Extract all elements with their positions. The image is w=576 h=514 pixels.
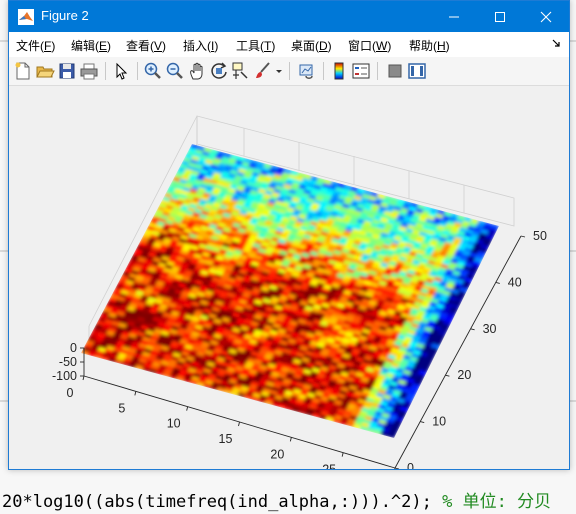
code-text: 20*log10((abs(timefreq(ind_alpha,:))).^2… bbox=[2, 492, 432, 512]
menu-file[interactable]: 文件(F) bbox=[16, 37, 55, 54]
tick-mark bbox=[495, 281, 500, 284]
tick-mark bbox=[238, 421, 240, 427]
brush-icon[interactable] bbox=[253, 61, 273, 81]
tick-mark bbox=[394, 467, 400, 470]
z-tick-label: -50 bbox=[59, 355, 77, 369]
link-plot-icon[interactable] bbox=[297, 61, 317, 81]
tick-mark bbox=[420, 421, 425, 424]
menu-desktop[interactable]: 桌面(D) bbox=[291, 37, 332, 54]
x-tick-label: 5 bbox=[118, 401, 125, 415]
menu-insert[interactable]: 插入(I) bbox=[183, 37, 218, 54]
tick-mark bbox=[470, 328, 475, 331]
close-icon bbox=[540, 11, 552, 22]
minimize-button[interactable] bbox=[431, 1, 477, 32]
title-bar[interactable]: Figure 2 bbox=[9, 1, 569, 32]
zoom-out-icon[interactable] bbox=[165, 61, 185, 81]
toolbar-separator bbox=[323, 62, 324, 80]
zoom-in-icon[interactable] bbox=[143, 61, 163, 81]
rotate-3d-icon[interactable] bbox=[209, 61, 229, 81]
tick-mark bbox=[186, 406, 189, 411]
save-icon[interactable] bbox=[57, 61, 77, 81]
insert-colorbar-icon[interactable] bbox=[329, 61, 349, 81]
open-file-icon[interactable] bbox=[35, 61, 55, 81]
y-tick-label: 40 bbox=[508, 275, 522, 289]
dock-arrow-icon[interactable] bbox=[551, 38, 561, 48]
tick-mark bbox=[341, 452, 344, 457]
brush-dropdown-icon[interactable] bbox=[275, 61, 283, 81]
y-tick-label: 20 bbox=[457, 368, 471, 382]
x-tick-label: 20 bbox=[270, 447, 284, 461]
y-tick-label: 50 bbox=[533, 229, 547, 243]
toolbar-separator bbox=[377, 62, 378, 80]
edit-plot-arrow-icon[interactable] bbox=[111, 61, 131, 81]
z-tick-label: 0 bbox=[70, 341, 77, 355]
toolbar-separator bbox=[137, 62, 138, 80]
menu-bar: 文件(F) 编辑(E) 查看(V) 插入(I) 工具(T) 桌面(D) 窗口(W… bbox=[9, 32, 569, 57]
tick-mark bbox=[134, 391, 137, 396]
figure-window: Figure 2 文件(F) 编辑(E) 查看(V) 插入(I) 工具(T) 桌… bbox=[8, 0, 570, 492]
toolbar-separator bbox=[289, 62, 290, 80]
y-tick-label: 10 bbox=[432, 415, 446, 429]
menu-help[interactable]: 帮助(H) bbox=[409, 37, 450, 54]
maximize-button[interactable] bbox=[477, 1, 523, 32]
window-title: Figure 2 bbox=[41, 8, 89, 23]
print-icon[interactable] bbox=[79, 61, 99, 81]
tick-mark bbox=[82, 375, 85, 381]
tick-mark bbox=[289, 437, 292, 442]
maximize-icon bbox=[495, 11, 505, 22]
figure-toolbar bbox=[9, 57, 569, 86]
x-tick-label: 10 bbox=[167, 417, 181, 431]
pan-hand-icon[interactable] bbox=[187, 61, 207, 81]
code-comment: % 单位: 分贝 bbox=[442, 492, 552, 512]
tick-mark bbox=[520, 235, 526, 238]
show-plot-tools-icon[interactable] bbox=[407, 61, 427, 81]
minimize-icon bbox=[449, 16, 459, 17]
editor-code-line[interactable]: 20*log10((abs(timefreq(ind_alpha,:))).^2… bbox=[2, 490, 576, 514]
menu-window[interactable]: 窗口(W) bbox=[348, 37, 391, 54]
insert-legend-icon[interactable] bbox=[351, 61, 371, 81]
y-tick-label: 30 bbox=[483, 322, 497, 336]
y-tick-label: 0 bbox=[407, 461, 414, 469]
menu-edit[interactable]: 编辑(E) bbox=[71, 37, 111, 54]
data-cursor-icon[interactable] bbox=[231, 61, 251, 81]
x-tick-label: 15 bbox=[219, 432, 233, 446]
new-figure-icon[interactable] bbox=[13, 61, 33, 81]
z-tick-label: -100 bbox=[52, 369, 77, 383]
toolbar-separator bbox=[105, 62, 106, 80]
tick-mark bbox=[445, 374, 450, 377]
close-button[interactable] bbox=[523, 1, 569, 32]
matlab-logo-icon bbox=[18, 9, 34, 25]
surface-plot[interactable]: 051015202530010203040500-50-100 bbox=[9, 86, 569, 492]
x-tick-label: 0 bbox=[67, 386, 74, 400]
x-tick-label: 25 bbox=[322, 463, 336, 469]
menu-tools[interactable]: 工具(T) bbox=[236, 37, 275, 54]
hide-plot-tools-icon[interactable] bbox=[385, 61, 405, 81]
plot-area[interactable]: 051015202530010203040500-50-100 bbox=[9, 86, 569, 492]
menu-view[interactable]: 查看(V) bbox=[126, 37, 166, 54]
